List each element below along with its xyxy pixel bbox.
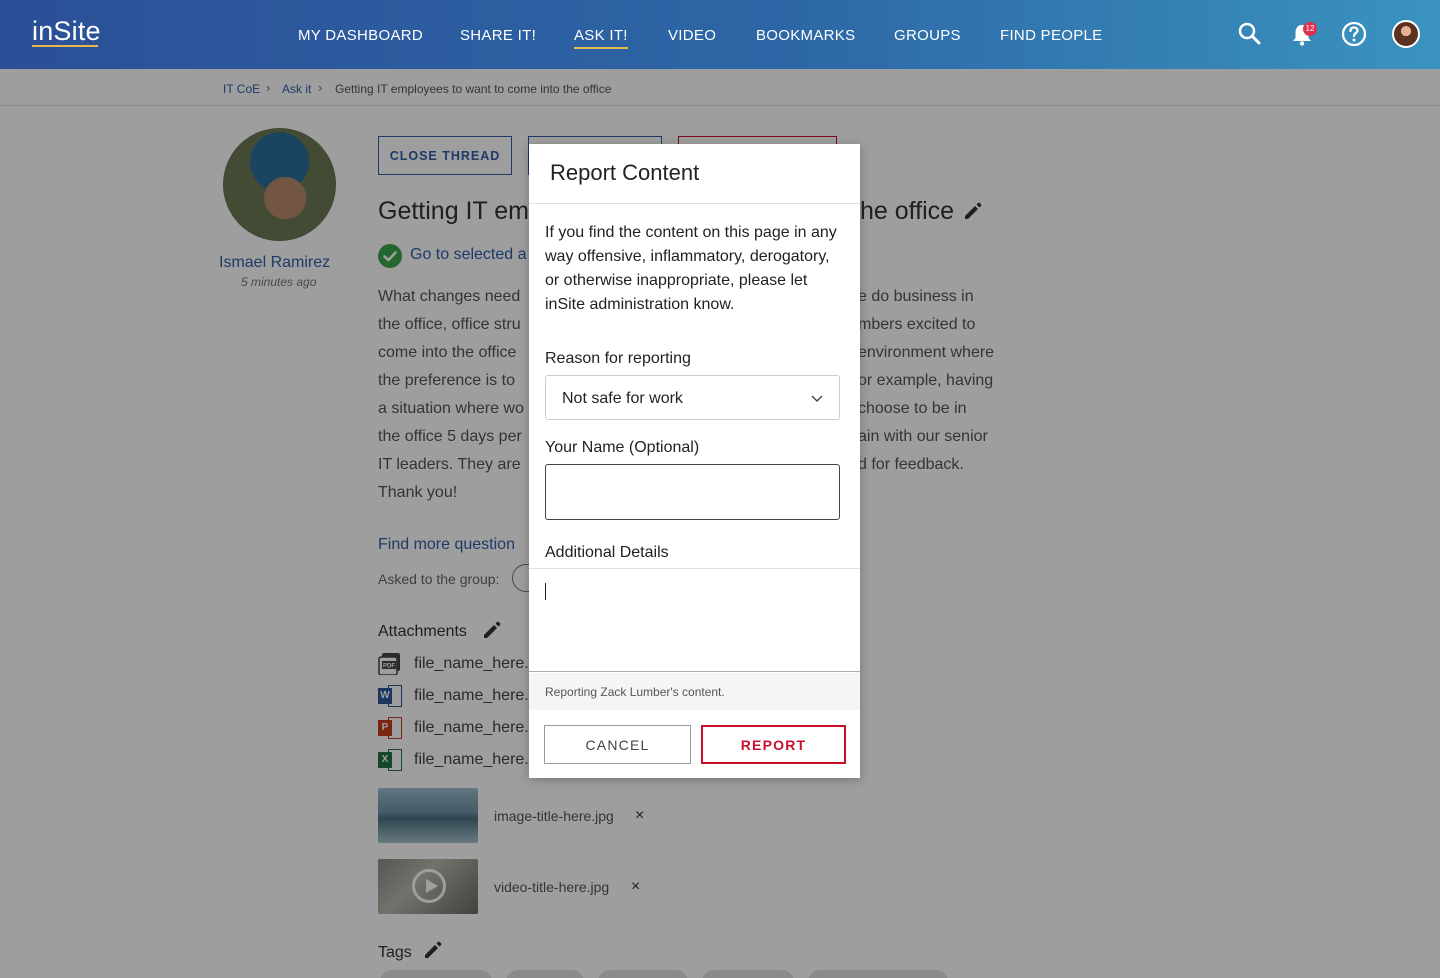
name-input[interactable]: [545, 464, 840, 520]
nav-bookmarks[interactable]: BOOKMARKS: [756, 27, 855, 44]
help-icon[interactable]: [1340, 20, 1368, 48]
reason-label: Reason for reporting: [545, 350, 691, 367]
report-button[interactable]: REPORT: [701, 725, 846, 764]
top-navigation-bar: inSite MY DASHBOARD SHARE IT! ASK IT! VI…: [0, 0, 1440, 69]
notification-badge: 12: [1303, 22, 1317, 36]
additional-details-textarea[interactable]: [529, 568, 860, 672]
nav-groups[interactable]: GROUPS: [894, 27, 961, 44]
reason-select[interactable]: Not safe for work: [545, 375, 840, 420]
reason-selected-value: Not safe for work: [562, 390, 683, 407]
nav-video[interactable]: VIDEO: [668, 27, 716, 44]
modal-description: If you find the content on this page in …: [545, 224, 837, 313]
reporting-helper-text: Reporting Zack Lumber's content.: [545, 685, 725, 699]
chevron-down-icon: [810, 391, 824, 405]
nav-ask-it[interactable]: ASK IT!: [574, 27, 628, 49]
reporting-helper: Reporting Zack Lumber's content.: [529, 673, 860, 710]
text-caret: [545, 583, 546, 600]
user-avatar[interactable]: [1392, 20, 1420, 48]
report-content-modal: Report Content If you find the content o…: [529, 144, 860, 778]
bell-icon[interactable]: 12: [1288, 20, 1317, 48]
search-icon[interactable]: [1236, 20, 1264, 48]
name-label: Your Name (Optional): [545, 439, 700, 456]
nav-find-people[interactable]: FIND PEOPLE: [1000, 27, 1103, 44]
modal-title: Report Content: [550, 160, 700, 185]
details-label: Additional Details: [545, 544, 669, 561]
main-nav: MY DASHBOARD SHARE IT! ASK IT! VIDEO BOO…: [0, 27, 1440, 49]
nav-my-dashboard[interactable]: MY DASHBOARD: [298, 27, 423, 44]
modal-header-divider: [529, 203, 860, 204]
cancel-button[interactable]: CANCEL: [544, 725, 691, 764]
nav-share-it[interactable]: SHARE IT!: [460, 27, 536, 44]
